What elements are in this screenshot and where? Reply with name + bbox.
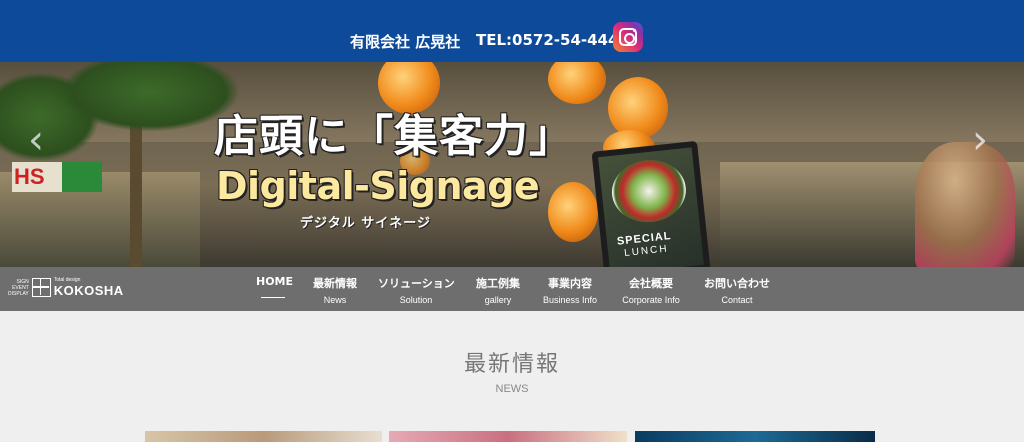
logo-mark-icon: [31, 278, 51, 297]
salad-image: [608, 156, 689, 226]
news-card-thumbnail[interactable]: [145, 431, 382, 442]
nav-item-home[interactable]: HOME: [256, 275, 293, 298]
main-nav: SIGN EVENT DISPLAY Total design KOKOSHA …: [0, 267, 1024, 311]
nav-item-gallery[interactable]: 施工例集 gallery: [474, 275, 522, 305]
logo-name: KOKOSHA: [53, 283, 124, 298]
top-header-bar: 有限会社 広晃社 TEL:0572-54-4447: [0, 0, 1024, 62]
nav-item-contact[interactable]: お問い合わせ Contact: [700, 275, 774, 305]
company-name: 有限会社 広晃社: [350, 33, 461, 51]
signage-tablet-image: SPECIAL LUNCH: [591, 140, 711, 267]
site-logo[interactable]: SIGN EVENT DISPLAY Total design KOKOSHA: [8, 277, 124, 298]
instagram-icon[interactable]: [613, 22, 643, 52]
news-section-title: 最新情報: [463, 352, 560, 377]
hero-slider: HS 店頭に「集客力」 Digital-Signage デジタル サイネージ S…: [0, 62, 1024, 267]
hero-headline: 店頭に「集客力」: [214, 111, 574, 162]
nav-item-business[interactable]: 事業内容 Business Info: [541, 275, 599, 305]
nav-item-solution[interactable]: ソリューション Solution: [378, 275, 455, 305]
active-underline: [261, 297, 285, 298]
slider-next-arrow[interactable]: ›: [972, 117, 988, 163]
news-section-subtitle: NEWS: [495, 383, 529, 395]
hero-subheadline: Digital-Signage: [216, 164, 540, 208]
hero-kana: デジタル サイネージ: [300, 216, 432, 231]
phone-number[interactable]: TEL:0572-54-4447: [476, 31, 629, 49]
news-card-thumbnail[interactable]: [635, 431, 875, 442]
news-card-thumbnail[interactable]: [389, 431, 627, 442]
nav-item-news[interactable]: 最新情報 News: [312, 275, 358, 305]
nav-item-corporate[interactable]: 会社概要 Corporate Info: [618, 275, 684, 305]
slider-prev-arrow[interactable]: ‹: [28, 117, 44, 163]
